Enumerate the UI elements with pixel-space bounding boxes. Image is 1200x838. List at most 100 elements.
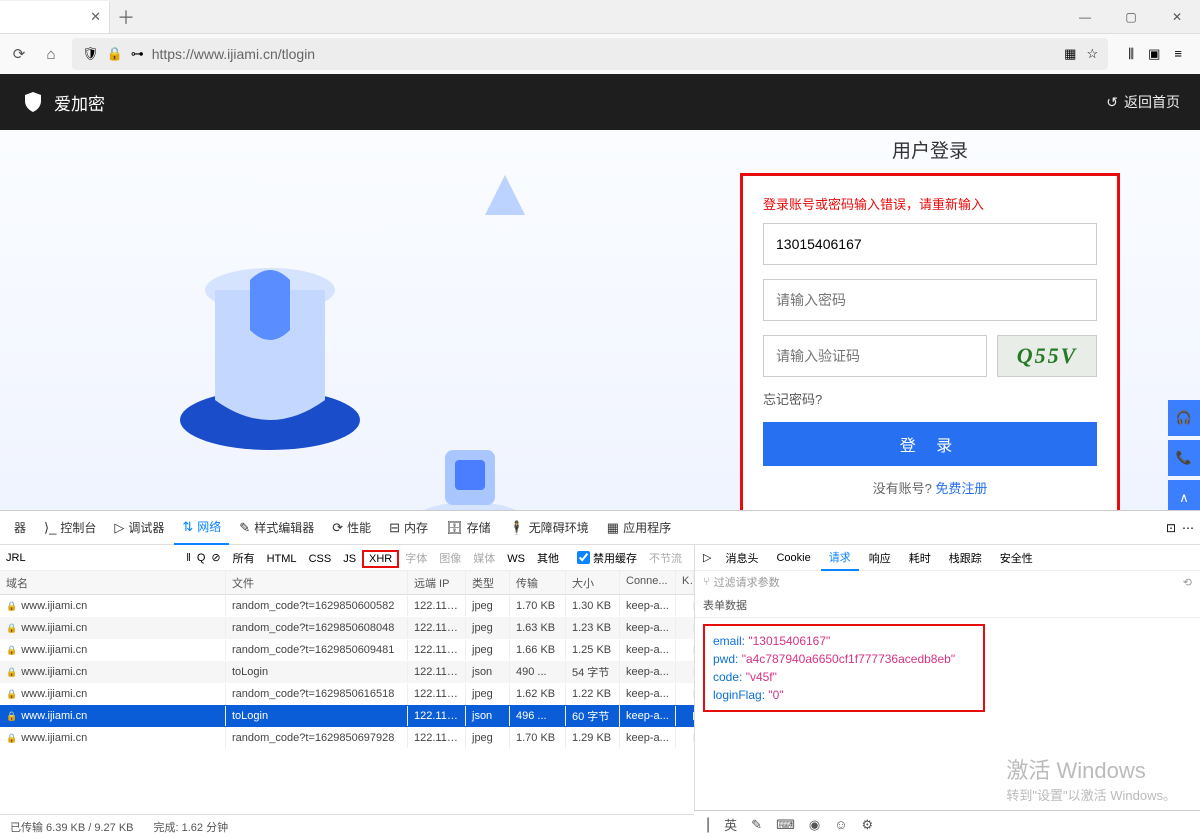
library-icon[interactable]: ⫼ [1128,46,1134,62]
ime-mic-icon[interactable]: ◉ [809,817,820,833]
ime-emoji-icon[interactable]: ☺ [834,817,847,832]
detail-tab-安全性[interactable]: 安全性 [992,546,1041,570]
form-data-row: email: "13015406167" [713,632,975,650]
browser-tab-strip: ✕ ＋ — ▢ ✕ [0,0,1200,34]
shield-icon: 🛡 [82,46,99,62]
devtools-tab-调试器[interactable]: ▷调试器 [106,511,172,545]
filter-chip-字体[interactable]: 字体 [399,551,433,567]
column-header[interactable]: Ke [676,571,694,594]
login-panel: 用户登录 登录账号或密码输入错误，请重新输入 Q55V 忘记密码? 登 录 没有… [740,130,1120,514]
filter-chip-JS[interactable]: JS [337,551,362,567]
column-header[interactable]: 类型 [466,571,510,594]
reload-button[interactable]: ⟳ [8,43,30,65]
site-header: 爱加密 ↺ 返回首页 [0,74,1200,130]
login-button[interactable]: 登 录 [763,422,1097,466]
filter-chip-图像[interactable]: 图像 [433,551,467,567]
pause-icon[interactable]: ‖ [186,552,191,564]
new-tab-button[interactable]: ＋ [110,4,142,30]
filter-chip-WS[interactable]: WS [501,551,531,567]
support-headset-icon[interactable]: 🎧 [1168,400,1200,436]
devtools-tab-样式编辑器[interactable]: ✎样式编辑器 [231,511,322,545]
brand-logo[interactable]: 爱加密 [20,89,105,115]
ime-cursive-icon[interactable]: ✎ [751,817,762,833]
filter-icon: ⑂ [703,576,710,588]
devtools-tab-应用程序[interactable]: ▦应用程序 [599,511,679,545]
ime-settings-icon[interactable]: ⚙ [861,817,873,833]
network-request-row[interactable]: 🔒www.ijiami.cnrandom_code?t=162985061651… [0,683,694,705]
headers-toggle-icon[interactable]: ▷ [699,551,715,564]
network-request-row[interactable]: 🔒www.ijiami.cnrandom_code?t=162985069792… [0,727,694,749]
return-home-link[interactable]: ↺ 返回首页 [1106,92,1180,112]
detail-tab-栈跟踪[interactable]: 栈跟踪 [941,546,990,570]
network-table-header: 域名文件远端 IP类型传输大小Conne...Ke [0,571,694,595]
phone-icon[interactable]: 📞 [1168,440,1200,476]
filter-chip-所有[interactable]: 所有 [227,551,261,567]
throttle-select[interactable]: 不节流 [643,548,688,568]
url-text: https://www.ijiami.cn/tlogin [152,46,315,62]
devtools-tab-存储[interactable]: 🗄存储 [438,511,499,545]
devtools-tab-网络[interactable]: ⇅网络 [174,511,229,545]
network-request-row[interactable]: 🔒www.ijiami.cntoLogin122.114...json496 .… [0,705,694,727]
search-icon[interactable]: Q [197,552,206,564]
filter-chip-CSS[interactable]: CSS [303,551,338,567]
close-tab-icon[interactable]: ✕ [90,9,101,25]
devtools-tab-性能[interactable]: ⟳性能 [324,511,379,545]
sync-icon[interactable]: ▣ [1148,46,1160,62]
block-icon[interactable]: ⊘ [211,551,220,564]
browser-tab[interactable]: ✕ [0,1,110,33]
menu-icon[interactable]: ≡ [1174,46,1182,62]
devtools-tab-无障碍环境[interactable]: 🕴无障碍环境 [501,511,597,545]
password-input[interactable] [763,279,1097,321]
column-header[interactable]: 传输 [510,571,566,594]
column-header[interactable]: 域名 [0,571,226,594]
filter-chip-XHR[interactable]: XHR [362,550,399,568]
detail-tab-请求[interactable]: 请求 [821,545,859,571]
address-bar[interactable]: 🛡 🔒 ⊶ https://www.ijiami.cn/tlogin ▦ ☆ [72,38,1108,70]
lock-icon: 🔒 [107,46,123,62]
column-header[interactable]: 大小 [566,571,620,594]
devtools-tab-器[interactable]: 器 [6,511,34,545]
forgot-password-link[interactable]: 忘记密码? [763,389,1097,408]
network-status-bar: 已传输 6.39 KB / 9.27 KB 完成: 1.62 分钟 [0,814,694,838]
devtools-dock-icon[interactable]: ⊡ [1166,521,1176,535]
no-account-text: 没有账号? [873,481,936,496]
captcha-input[interactable] [763,335,987,377]
ime-lang[interactable]: 英 [724,815,737,834]
bookmark-icon[interactable]: ☆ [1086,46,1098,62]
page-content: 🎧 📞 ∧ 用户登录 登录账号或密码输入错误，请重新输入 Q55V 忘记密码? … [0,130,1200,510]
filter-chip-其他[interactable]: 其他 [531,551,565,567]
column-header[interactable]: 文件 [226,571,408,594]
detail-tab-Cookie[interactable]: Cookie [768,548,818,568]
username-input[interactable] [763,223,1097,265]
home-button[interactable]: ⌂ [40,43,62,65]
transferred-text: 已传输 6.39 KB / 9.27 KB [10,819,134,835]
minimize-button[interactable]: — [1062,0,1108,34]
close-window-button[interactable]: ✕ [1154,0,1200,34]
network-request-row[interactable]: 🔒www.ijiami.cnrandom_code?t=162985060804… [0,617,694,639]
detail-tab-响应[interactable]: 响应 [861,546,899,570]
filter-chip-HTML[interactable]: HTML [261,551,303,567]
devtools-tab-控制台[interactable]: ⟩_控制台 [36,511,104,545]
url-filter-input[interactable] [6,552,66,564]
column-header[interactable]: Conne... [620,571,676,594]
register-link[interactable]: 免费注册 [935,481,987,496]
devtools-tab-内存[interactable]: ⊟内存 [381,511,436,545]
column-header[interactable]: 远端 IP [408,571,466,594]
detail-tab-耗时[interactable]: 耗时 [901,546,939,570]
decor-shield-icon [150,190,370,470]
disable-cache-checkbox[interactable]: 禁用缓存 [577,550,637,566]
filter-chip-媒体[interactable]: 媒体 [467,551,501,567]
network-request-row[interactable]: 🔒www.ijiami.cnrandom_code?t=162985060948… [0,639,694,661]
detail-tab-消息头[interactable]: 消息头 [717,546,766,570]
window-controls: — ▢ ✕ [1062,0,1200,34]
form-data-title: 表单数据 [695,593,1200,618]
network-request-row[interactable]: 🔒www.ijiami.cntoLogin122.114...json490 .… [0,661,694,683]
network-request-row[interactable]: 🔒www.ijiami.cnrandom_code?t=162985060058… [0,595,694,617]
filter-params-text: 过滤请求参数 [714,574,780,590]
refresh-icon[interactable]: ⟲ [1183,576,1192,589]
maximize-button[interactable]: ▢ [1108,0,1154,34]
ime-keyboard-icon[interactable]: ⌨ [776,817,795,833]
captcha-image[interactable]: Q55V [997,335,1097,377]
devtools-more-icon[interactable]: ⋯ [1182,521,1194,535]
qr-icon[interactable]: ▦ [1064,46,1076,62]
